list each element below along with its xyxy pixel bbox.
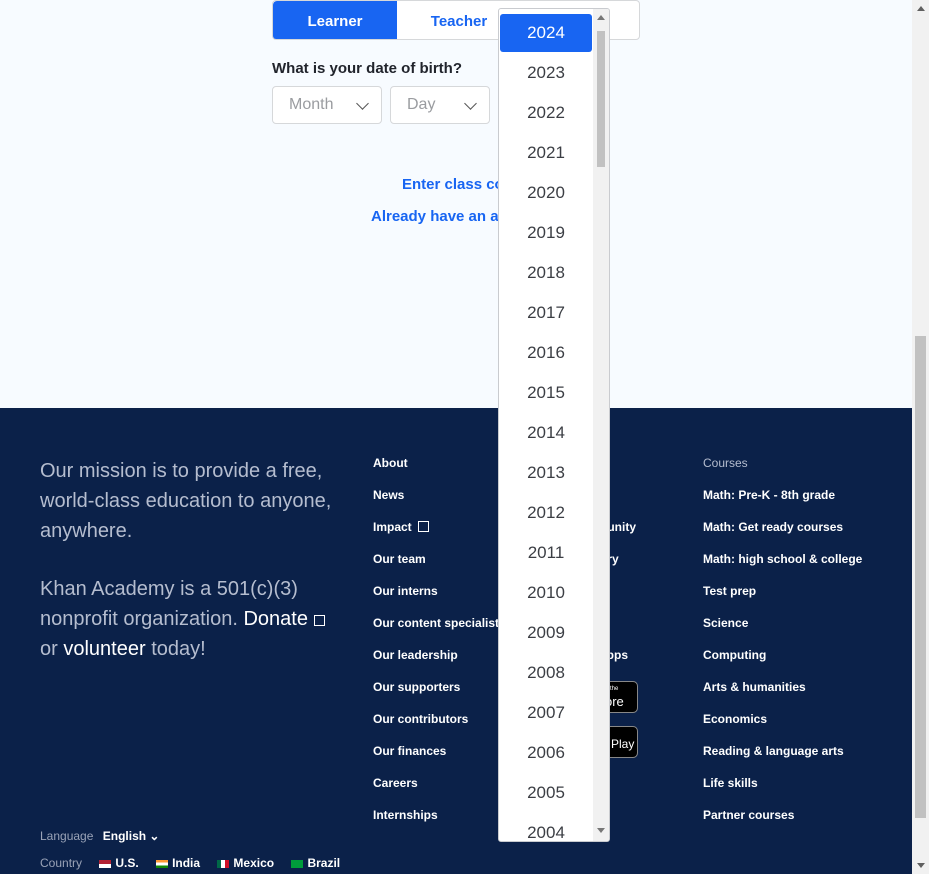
learner-tab[interactable]: Learner bbox=[273, 1, 397, 39]
nonprofit-line: nonprofit organization. bbox=[40, 608, 238, 630]
year-option[interactable]: 2011 bbox=[500, 534, 592, 572]
page: Learner Teacher What is your date of bir… bbox=[0, 0, 912, 874]
year-option[interactable]: 2008 bbox=[500, 654, 592, 692]
year-option[interactable]: 2022 bbox=[500, 94, 592, 132]
footer-link-our-team[interactable]: Our team bbox=[373, 552, 426, 566]
volunteer-link[interactable]: volunteer bbox=[63, 638, 145, 660]
brazil-flag-icon bbox=[291, 859, 304, 868]
course-link[interactable]: Partner courses bbox=[703, 808, 794, 822]
courses-heading: Courses bbox=[703, 456, 748, 470]
course-link[interactable]: Math: Pre-K - 8th grade bbox=[703, 488, 835, 502]
language-label: Language bbox=[40, 829, 94, 843]
dropdown-scrollbar[interactable] bbox=[593, 9, 609, 841]
mission-line: world-class education to anyone, bbox=[40, 490, 332, 512]
footer-link-content-specialists[interactable]: Our content specialists bbox=[373, 616, 506, 630]
year-option[interactable]: 2018 bbox=[500, 254, 592, 292]
country-label: Country bbox=[40, 856, 83, 870]
year-option[interactable]: 2014 bbox=[500, 414, 592, 452]
chevron-down-icon bbox=[464, 97, 477, 110]
nonprofit-text: Khan Academy is a 501(c)(3) nonprofit or… bbox=[40, 574, 350, 664]
footer-link-our-interns[interactable]: Our interns bbox=[373, 584, 438, 598]
play-text: Play bbox=[611, 737, 635, 751]
year-option[interactable]: 2024 bbox=[500, 14, 592, 52]
year-option[interactable]: 2004 bbox=[500, 814, 592, 841]
day-select[interactable]: Day bbox=[390, 86, 490, 124]
language-dropdown[interactable]: English ⌄ bbox=[103, 829, 160, 843]
footer-link-supporters[interactable]: Our supporters bbox=[373, 680, 460, 694]
scroll-up-arrow-icon[interactable] bbox=[917, 6, 925, 11]
country-brazil[interactable]: Brazil bbox=[307, 856, 340, 870]
course-link[interactable]: Math: Get ready courses bbox=[703, 520, 843, 534]
year-option[interactable]: 2006 bbox=[500, 734, 592, 772]
year-option[interactable]: 2010 bbox=[500, 574, 592, 612]
scroll-down-arrow-icon[interactable] bbox=[597, 828, 605, 833]
year-option[interactable]: 2012 bbox=[500, 494, 592, 532]
course-link[interactable]: Arts & humanities bbox=[703, 680, 806, 694]
year-option[interactable]: 2021 bbox=[500, 134, 592, 172]
course-link[interactable]: Computing bbox=[703, 648, 766, 662]
footer-link-internships[interactable]: Internships bbox=[373, 808, 438, 822]
scroll-up-arrow-icon[interactable] bbox=[597, 15, 605, 20]
day-placeholder: Day bbox=[407, 96, 436, 113]
year-option[interactable]: 2019 bbox=[500, 214, 592, 252]
enter-class-code-link[interactable]: Enter class code bbox=[402, 176, 498, 193]
signup-section: Learner Teacher What is your date of bir… bbox=[0, 0, 912, 408]
year-option[interactable]: 2016 bbox=[500, 334, 592, 372]
chevron-down-icon bbox=[356, 97, 369, 110]
scroll-down-arrow-icon[interactable] bbox=[917, 863, 925, 868]
scrollbar-thumb[interactable] bbox=[915, 336, 926, 818]
course-link[interactable]: Reading & language arts bbox=[703, 744, 844, 758]
mexico-flag-icon bbox=[217, 859, 230, 868]
footer-link-leadership[interactable]: Our leadership bbox=[373, 648, 458, 662]
external-link-icon bbox=[313, 615, 325, 626]
course-link[interactable]: Science bbox=[703, 616, 748, 630]
language-value: English bbox=[102, 829, 147, 843]
or-text: or bbox=[40, 638, 58, 660]
course-link[interactable]: Math: high school & college bbox=[703, 552, 862, 566]
country-india[interactable]: India bbox=[172, 856, 200, 870]
footer-link-careers[interactable]: Careers bbox=[373, 776, 418, 790]
course-link[interactable]: Life skills bbox=[703, 776, 758, 790]
year-option[interactable]: 2009 bbox=[500, 614, 592, 652]
country-selector: Country U.S. India Mexico Brazil bbox=[40, 856, 340, 870]
country-mexico[interactable]: Mexico bbox=[233, 856, 274, 870]
scrollbar-thumb[interactable] bbox=[597, 31, 605, 167]
page-scrollbar[interactable] bbox=[912, 0, 929, 874]
already-have-account-link[interactable]: Already have an account? bbox=[371, 208, 498, 225]
course-link[interactable]: Test prep bbox=[703, 584, 756, 598]
country-us[interactable]: U.S. bbox=[115, 856, 138, 870]
mission-line: anywhere. bbox=[40, 520, 133, 542]
about-heading: About bbox=[373, 456, 408, 470]
month-select[interactable]: Month bbox=[272, 86, 382, 124]
external-link-icon bbox=[417, 521, 429, 532]
course-link[interactable]: Economics bbox=[703, 712, 767, 726]
india-flag-icon bbox=[156, 859, 169, 868]
dob-label: What is your date of birth? bbox=[272, 60, 462, 77]
donate-link[interactable]: Donate bbox=[243, 608, 308, 630]
year-option[interactable]: 2017 bbox=[500, 294, 592, 332]
impact-label: Impact bbox=[373, 520, 412, 534]
footer-link-impact[interactable]: Impact bbox=[373, 520, 429, 534]
us-flag-icon bbox=[99, 859, 112, 868]
today-text: today! bbox=[151, 638, 206, 660]
footer-link-news[interactable]: News bbox=[373, 488, 404, 502]
mission-text: Our mission is to provide a free, world-… bbox=[40, 456, 350, 546]
footer-link-finances[interactable]: Our finances bbox=[373, 744, 446, 758]
year-option[interactable]: 2015 bbox=[500, 374, 592, 412]
year-option[interactable]: 2005 bbox=[500, 774, 592, 812]
mission-line: Our mission is to provide a free, bbox=[40, 460, 323, 482]
language-selector: Language English ⌄ bbox=[40, 829, 159, 843]
chevron-down-icon: ⌄ bbox=[149, 829, 160, 843]
year-option[interactable]: 2020 bbox=[500, 174, 592, 212]
footer-link-contributors[interactable]: Our contributors bbox=[373, 712, 468, 726]
footer: Our mission is to provide a free, world-… bbox=[0, 408, 912, 874]
year-dropdown-list[interactable]: 2024 2023 2022 2021 2020 2019 2018 2017 2016 2015… bbox=[498, 8, 610, 842]
year-option[interactable]: 2023 bbox=[500, 54, 592, 92]
year-option[interactable]: 2013 bbox=[500, 454, 592, 492]
month-placeholder: Month bbox=[289, 96, 334, 113]
nonprofit-line: Khan Academy is a 501(c)(3) bbox=[40, 578, 298, 600]
year-option[interactable]: 2007 bbox=[500, 694, 592, 732]
